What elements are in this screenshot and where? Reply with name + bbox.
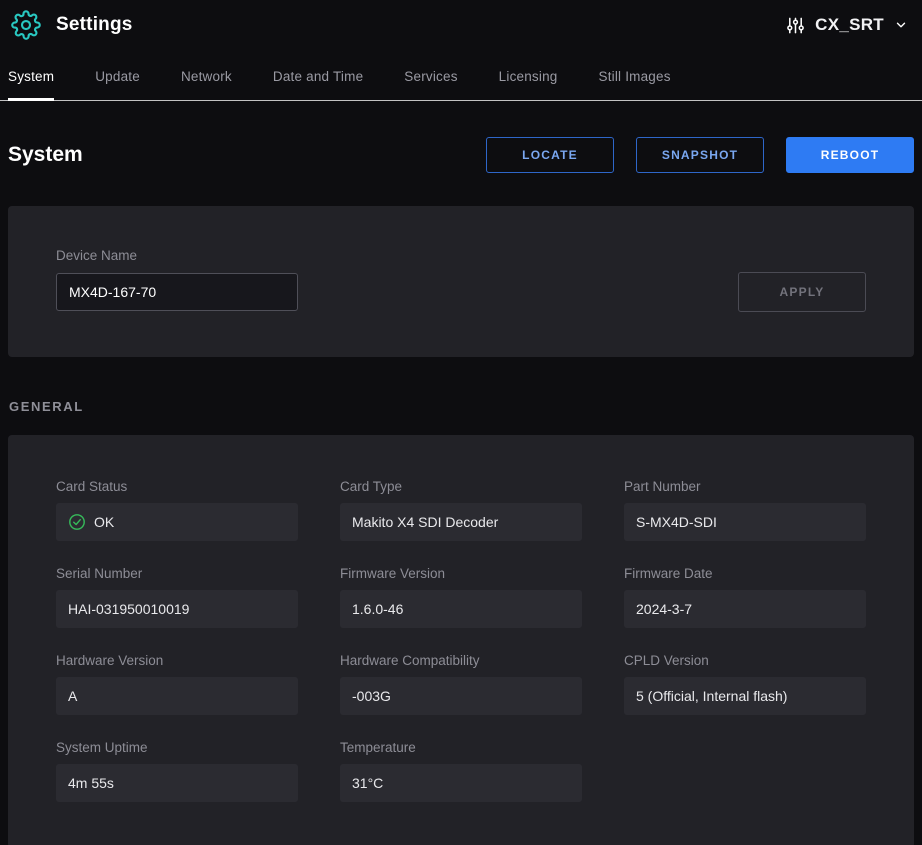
sliders-icon bbox=[786, 16, 805, 35]
reboot-button[interactable]: REBOOT bbox=[786, 137, 914, 173]
tab-network[interactable]: Network bbox=[181, 50, 232, 100]
tab-services[interactable]: Services bbox=[404, 50, 457, 100]
field-firmware-version: Firmware Version 1.6.0-46 bbox=[340, 566, 582, 628]
field-label: Hardware Version bbox=[56, 653, 298, 668]
tab-date-and-time[interactable]: Date and Time bbox=[273, 50, 363, 100]
check-circle-icon bbox=[68, 513, 86, 531]
field-value-text: OK bbox=[94, 514, 114, 530]
snapshot-button[interactable]: SNAPSHOT bbox=[636, 137, 764, 173]
field-label: Firmware Date bbox=[624, 566, 866, 581]
field-value: 1.6.0-46 bbox=[340, 590, 582, 628]
field-part-number: Part Number S-MX4D-SDI bbox=[624, 479, 866, 541]
field-value-text: -003G bbox=[352, 688, 391, 704]
field-hardware-version: Hardware Version A bbox=[56, 653, 298, 715]
field-label: CPLD Version bbox=[624, 653, 866, 668]
field-card-type: Card Type Makito X4 SDI Decoder bbox=[340, 479, 582, 541]
field-value-text: A bbox=[68, 688, 77, 704]
field-label: Card Type bbox=[340, 479, 582, 494]
field-value-text: S-MX4D-SDI bbox=[636, 514, 717, 530]
settings-tab-bar: System Update Network Date and Time Serv… bbox=[0, 50, 922, 101]
field-label: System Uptime bbox=[56, 740, 298, 755]
device-name-input[interactable] bbox=[56, 273, 298, 311]
field-value-text: Makito X4 SDI Decoder bbox=[352, 514, 498, 530]
device-name-card: Device Name APPLY bbox=[8, 206, 914, 357]
field-value-text: 4m 55s bbox=[68, 775, 114, 791]
locate-button[interactable]: LOCATE bbox=[486, 137, 614, 173]
field-label: Serial Number bbox=[56, 566, 298, 581]
app-title: Settings bbox=[56, 14, 133, 36]
field-value-text: HAI-031950010019 bbox=[68, 601, 189, 617]
field-value: 4m 55s bbox=[56, 764, 298, 802]
field-temperature: Temperature 31°C bbox=[340, 740, 582, 802]
general-section-label: GENERAL bbox=[9, 399, 922, 414]
field-value-text: 5 (Official, Internal flash) bbox=[636, 688, 787, 704]
tab-update[interactable]: Update bbox=[95, 50, 140, 100]
field-card-status: Card Status OK bbox=[56, 479, 298, 541]
page-title: System bbox=[8, 143, 83, 167]
field-label: Card Status bbox=[56, 479, 298, 494]
field-value: 2024-3-7 bbox=[624, 590, 866, 628]
tab-licensing[interactable]: Licensing bbox=[499, 50, 558, 100]
field-value: -003G bbox=[340, 677, 582, 715]
device-name-label: Device Name bbox=[56, 248, 866, 263]
field-label: Firmware Version bbox=[340, 566, 582, 581]
field-label: Hardware Compatibility bbox=[340, 653, 582, 668]
device-selector-label: CX_SRT bbox=[815, 15, 884, 35]
field-value-text: 31°C bbox=[352, 775, 383, 791]
field-value-text: 2024-3-7 bbox=[636, 601, 692, 617]
general-card: Card Status OK Card Type Makito X4 SDI D… bbox=[8, 435, 914, 845]
field-label: Temperature bbox=[340, 740, 582, 755]
apply-button[interactable]: APPLY bbox=[738, 272, 866, 312]
field-value: HAI-031950010019 bbox=[56, 590, 298, 628]
field-value: 31°C bbox=[340, 764, 582, 802]
field-value-text: 1.6.0-46 bbox=[352, 601, 403, 617]
field-value: Makito X4 SDI Decoder bbox=[340, 503, 582, 541]
tab-system[interactable]: System bbox=[8, 50, 54, 100]
tab-still-images[interactable]: Still Images bbox=[599, 50, 671, 100]
field-value: A bbox=[56, 677, 298, 715]
field-value: 5 (Official, Internal flash) bbox=[624, 677, 866, 715]
page-header: System LOCATE SNAPSHOT REBOOT bbox=[0, 101, 922, 206]
field-firmware-date: Firmware Date 2024-3-7 bbox=[624, 566, 866, 628]
gear-icon bbox=[10, 9, 42, 41]
field-value: S-MX4D-SDI bbox=[624, 503, 866, 541]
device-selector[interactable]: CX_SRT bbox=[786, 15, 908, 35]
chevron-down-icon bbox=[894, 18, 908, 32]
field-cpld-version: CPLD Version 5 (Official, Internal flash… bbox=[624, 653, 866, 715]
field-hardware-compatibility: Hardware Compatibility -003G bbox=[340, 653, 582, 715]
top-bar: Settings CX_SRT bbox=[0, 0, 922, 50]
field-serial-number: Serial Number HAI-031950010019 bbox=[56, 566, 298, 628]
field-label: Part Number bbox=[624, 479, 866, 494]
field-value: OK bbox=[56, 503, 298, 541]
field-system-uptime: System Uptime 4m 55s bbox=[56, 740, 298, 802]
